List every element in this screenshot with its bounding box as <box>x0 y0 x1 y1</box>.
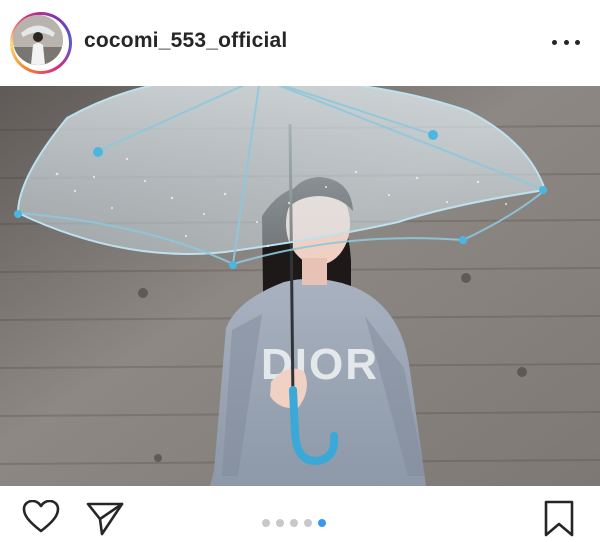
heart-icon <box>22 499 60 533</box>
avatar[interactable] <box>13 15 63 65</box>
carousel-dot <box>304 519 312 527</box>
more-dot <box>575 39 580 45</box>
like-button[interactable] <box>22 499 60 534</box>
carousel-dot-active <box>318 519 326 527</box>
post-header: cocomi_553_official <box>0 0 600 85</box>
bookmark-icon <box>544 500 574 537</box>
story-ring[interactable] <box>10 12 72 74</box>
more-dot <box>552 39 557 45</box>
more-dot <box>563 39 569 45</box>
share-button[interactable] <box>86 502 124 536</box>
avatar-photo <box>13 15 63 65</box>
post-photo[interactable]: DIOR <box>0 86 600 486</box>
paper-plane-icon <box>86 502 124 536</box>
more-options-icon[interactable] <box>552 36 580 48</box>
carousel-indicator <box>262 518 326 528</box>
post-photo-image: DIOR <box>0 86 600 486</box>
username[interactable]: cocomi_553_official <box>84 29 287 53</box>
save-button[interactable] <box>543 500 575 538</box>
carousel-dot <box>276 519 284 527</box>
carousel-dot <box>290 519 298 527</box>
carousel-dot <box>262 519 270 527</box>
post-action-bar <box>0 486 600 542</box>
